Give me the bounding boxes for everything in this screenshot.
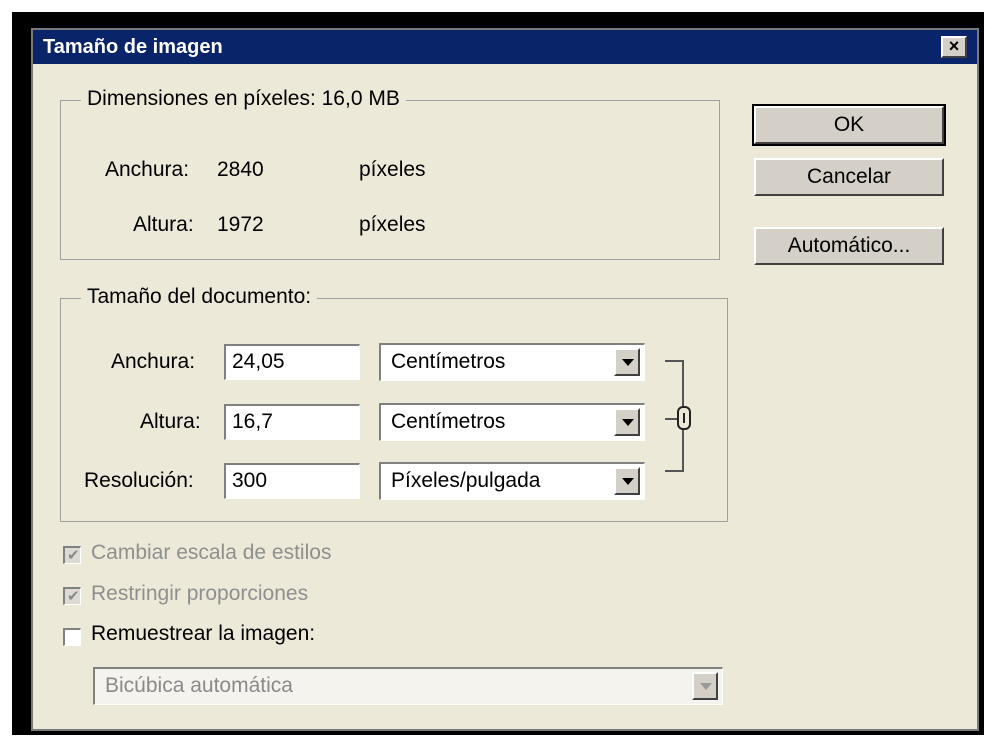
scale-styles-label: Cambiar escala de estilos xyxy=(91,541,332,564)
resample-checkbox[interactable] xyxy=(63,628,81,646)
pixel-dimensions-group: Dimensiones en píxeles: 16,0 MB Anchura:… xyxy=(60,87,720,260)
chevron-down-icon[interactable] xyxy=(614,467,640,495)
resample-method-select[interactable]: Bicúbica automática xyxy=(93,667,723,705)
chevron-down-icon[interactable] xyxy=(614,408,640,436)
doc-width-unit-select[interactable]: Centímetros xyxy=(379,343,645,381)
resolution-unit-select[interactable]: Píxeles/pulgada xyxy=(379,462,645,500)
resample-method-value: Bicúbica automática xyxy=(105,674,293,697)
pixel-width-value: 2840 xyxy=(217,158,264,181)
pixel-height-unit: píxeles xyxy=(359,213,426,236)
scale-styles-checkbox[interactable]: ✔ xyxy=(63,546,81,564)
constrain-proportions-checkbox[interactable]: ✔ xyxy=(63,587,81,605)
pixel-width-label: Anchura: xyxy=(105,158,190,181)
doc-width-label: Anchura: xyxy=(111,350,196,373)
pixel-dimensions-legend: Dimensiones en píxeles: 16,0 MB xyxy=(81,87,406,111)
constrain-proportions-label: Restringir proporciones xyxy=(91,582,309,605)
resolution-input[interactable]: 300 xyxy=(224,463,360,499)
chevron-down-icon[interactable] xyxy=(692,672,718,700)
cancel-button[interactable]: Cancelar xyxy=(754,158,944,196)
doc-width-input[interactable]: 24,05 xyxy=(224,344,360,380)
ok-button[interactable]: OK xyxy=(752,104,946,146)
doc-width-unit-value: Centímetros xyxy=(391,350,506,373)
pixel-width-unit: píxeles xyxy=(359,158,426,181)
document-size-legend: Tamaño del documento: xyxy=(81,285,318,309)
chevron-down-icon[interactable] xyxy=(614,348,640,376)
doc-height-input[interactable]: 16,7 xyxy=(224,404,360,440)
resample-label: Remuestrear la imagen: xyxy=(91,622,316,645)
document-size-group: Tamaño del documento: Anchura: 24,05 Cen… xyxy=(60,285,728,522)
checkmark-icon: ✔ xyxy=(67,547,80,564)
resolution-unit-value: Píxeles/pulgada xyxy=(391,469,541,492)
pixel-height-value: 1972 xyxy=(217,213,264,236)
pixel-height-label: Altura: xyxy=(133,213,194,236)
dialog-title: Tamaño de imagen xyxy=(43,36,223,58)
image-size-dialog: Tamaño de imagen × Dimensiones en píxele… xyxy=(31,28,979,731)
resolution-label: Resolución: xyxy=(84,469,194,492)
auto-button[interactable]: Automático... xyxy=(754,227,944,265)
doc-height-unit-value: Centímetros xyxy=(391,410,506,433)
chain-link-icon xyxy=(665,360,691,472)
doc-height-unit-select[interactable]: Centímetros xyxy=(379,403,645,441)
doc-height-label: Altura: xyxy=(140,410,201,433)
checkmark-icon: ✔ xyxy=(67,588,80,605)
close-icon[interactable]: × xyxy=(941,36,967,58)
title-bar[interactable]: Tamaño de imagen × xyxy=(33,30,977,64)
